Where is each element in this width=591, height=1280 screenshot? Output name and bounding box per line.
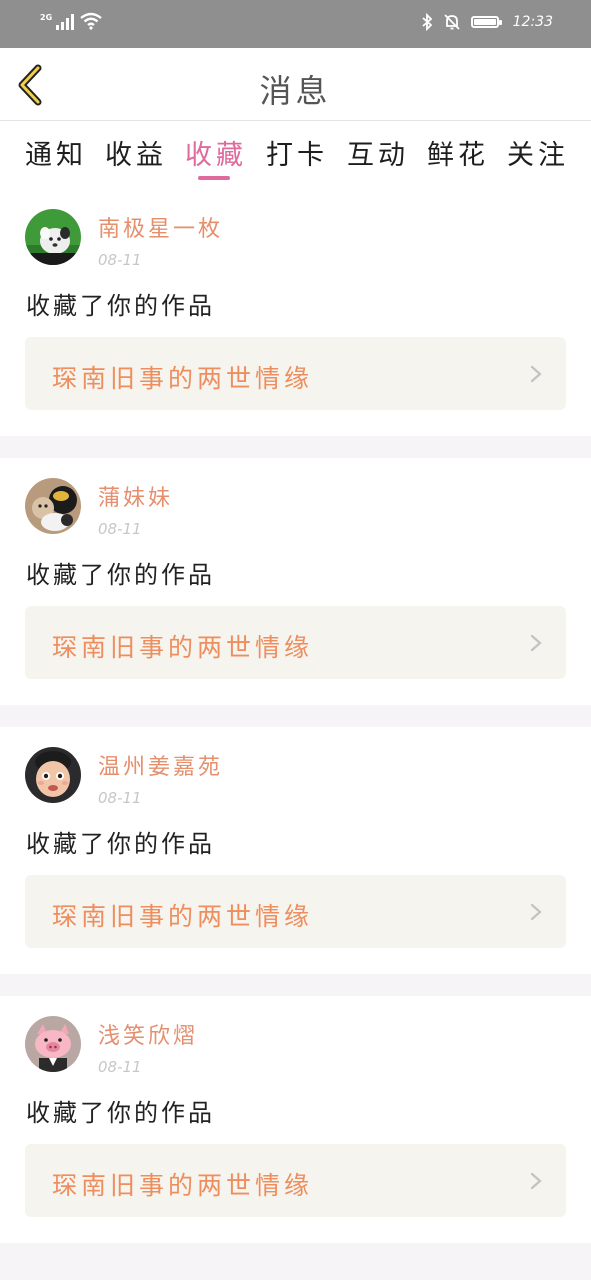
message-action: 收藏了你的作品 [26,561,215,589]
work-title: 琛南旧事的两世情缘 [52,364,314,393]
message-action: 收藏了你的作品 [26,830,215,858]
tab-interaction[interactable]: 互动 [347,133,409,172]
signal-icon [56,14,75,30]
child-avatar-image [25,747,81,803]
chevron-right-icon [530,634,542,652]
signal-area: 2G [40,12,102,30]
status-bar: 2G 12:33 [0,0,591,48]
work-link[interactable]: 琛南旧事的两世情缘 [25,875,566,948]
nav-bar: 消息 [0,48,591,121]
work-link[interactable]: 琛南旧事的两世情缘 [25,606,566,679]
chevron-right-icon [530,903,542,921]
work-title: 琛南旧事的两世情缘 [52,633,314,662]
message-date: 08-11 [98,520,142,538]
message-date: 08-11 [98,1058,142,1076]
work-link[interactable]: 琛南旧事的两世情缘 [25,337,566,410]
avatar[interactable] [25,209,81,265]
tab-earnings[interactable]: 收益 [105,133,167,172]
tab-follow[interactable]: 关注 [507,133,569,172]
clock: 12:33 [512,14,553,30]
active-tab-indicator [198,176,230,180]
tab-notification[interactable]: 通知 [25,133,87,172]
message-date: 08-11 [98,251,142,269]
battery-icon [470,16,502,28]
page-title: 消息 [259,72,332,110]
message-action: 收藏了你的作品 [26,292,215,320]
tab-bar: 通知 收益 收藏 打卡 互动 鲜花 关注 [0,121,591,189]
chevron-right-icon [530,365,542,383]
message-action: 收藏了你的作品 [26,1099,215,1127]
username[interactable]: 南极星一枚 [98,211,223,243]
cats-avatar-image [25,478,81,534]
message-card: 温州姜嘉苑 08-11 收藏了你的作品 琛南旧事的两世情缘 [0,727,591,974]
dog-avatar-image [25,209,81,265]
message-date: 08-11 [98,789,142,807]
username[interactable]: 蒲妹妹 [98,480,173,512]
message-card: 南极星一枚 08-11 收藏了你的作品 琛南旧事的两世情缘 [0,189,591,436]
username[interactable]: 温州姜嘉苑 [98,749,223,781]
chevron-right-icon [530,1172,542,1190]
avatar[interactable] [25,1016,81,1072]
tab-flowers[interactable]: 鲜花 [427,133,489,172]
avatar[interactable] [25,478,81,534]
message-card: 浅笑欣熠 08-11 收藏了你的作品 琛南旧事的两世情缘 [0,996,591,1243]
tab-favorites[interactable]: 收藏 [185,133,247,172]
avatar[interactable] [25,747,81,803]
status-right: 12:33 [421,13,553,31]
bluetooth-icon [422,13,432,31]
wifi-icon [80,12,102,30]
mute-bell-icon [444,14,460,30]
message-card: 蒲妹妹 08-11 收藏了你的作品 琛南旧事的两世情缘 [0,458,591,705]
work-title: 琛南旧事的两世情缘 [52,902,314,931]
work-link[interactable]: 琛南旧事的两世情缘 [25,1144,566,1217]
tab-checkin[interactable]: 打卡 [266,133,328,172]
work-title: 琛南旧事的两世情缘 [52,1171,314,1200]
network-type: 2G [40,13,53,22]
username[interactable]: 浅笑欣熠 [98,1018,198,1050]
pig-avatar-image [25,1016,81,1072]
